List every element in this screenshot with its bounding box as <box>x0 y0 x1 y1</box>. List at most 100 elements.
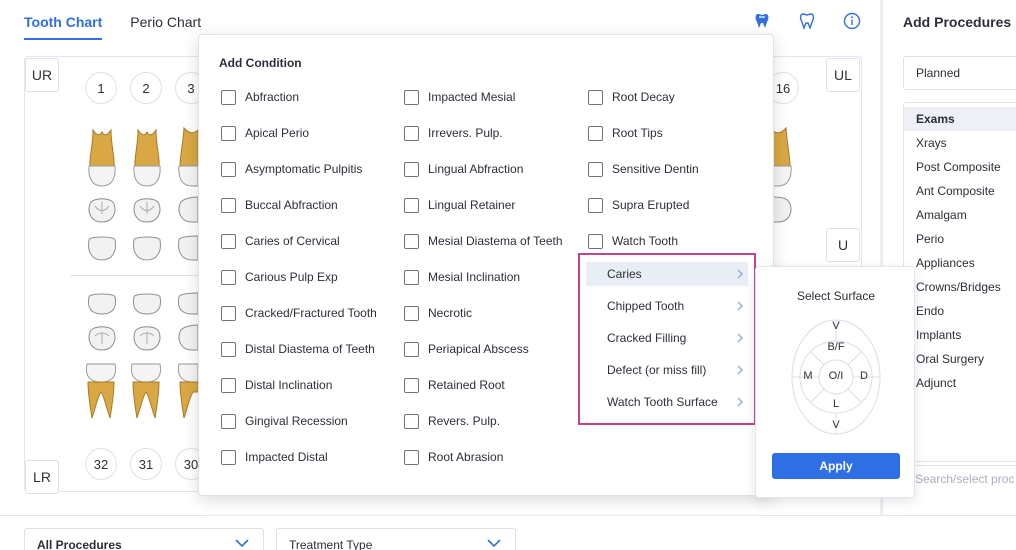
category-item[interactable]: Adjunct <box>904 371 1016 395</box>
surface-oi[interactable]: O/I <box>824 370 848 382</box>
condition-option[interactable]: Abfraction <box>221 88 299 106</box>
tooth-occlusal-16[interactable] <box>772 196 794 224</box>
surface-l[interactable]: L <box>824 398 848 410</box>
info-icon[interactable] <box>843 12 861 30</box>
submenu-item-caries[interactable]: Caries <box>586 262 748 286</box>
tooth-occlusal-2[interactable] <box>131 196 163 224</box>
condition-option[interactable]: Irrevers. Pulp. <box>404 124 503 142</box>
surface-v-bottom[interactable]: V <box>824 419 848 431</box>
condition-option[interactable]: Supra Erupted <box>588 196 689 214</box>
condition-option[interactable]: Distal Inclination <box>221 376 332 394</box>
checkbox[interactable] <box>221 305 236 321</box>
category-item[interactable]: Crowns/Bridges <box>904 275 1016 299</box>
tooth-crown-3[interactable] <box>176 234 198 262</box>
submenu-item-cracked-filling[interactable]: Cracked Filling <box>586 326 748 350</box>
tooth-image-16[interactable] <box>772 124 794 188</box>
condition-option[interactable]: Root Tips <box>588 124 663 142</box>
condition-option[interactable]: Lingual Retainer <box>404 196 515 214</box>
surface-bf[interactable]: B/F <box>824 341 848 353</box>
tab-perio-chart[interactable]: Perio Chart <box>130 14 201 40</box>
treatment-type-select[interactable]: Treatment Type <box>276 528 516 550</box>
checkbox[interactable] <box>221 377 236 393</box>
checkbox[interactable] <box>404 377 419 393</box>
condition-option[interactable]: Sensitive Dentin <box>588 160 699 178</box>
condition-option[interactable]: Buccal Abfraction <box>221 196 338 214</box>
tooth-lower-occlusal-30[interactable] <box>176 324 198 352</box>
checkbox[interactable] <box>221 197 236 213</box>
condition-option[interactable]: Impacted Mesial <box>404 88 515 106</box>
category-item[interactable]: Endo <box>904 299 1016 323</box>
condition-option[interactable]: Revers. Pulp. <box>404 412 500 430</box>
checkbox[interactable] <box>404 233 419 249</box>
condition-option[interactable]: Retained Root <box>404 376 505 394</box>
tab-tooth-chart[interactable]: Tooth Chart <box>24 14 103 40</box>
tooth-lower-root-32[interactable] <box>84 362 118 422</box>
checkbox[interactable] <box>404 413 419 429</box>
checkbox[interactable] <box>221 413 236 429</box>
checkbox[interactable] <box>404 305 419 321</box>
checkbox[interactable] <box>221 269 236 285</box>
surface-m[interactable]: M <box>796 370 820 382</box>
category-item[interactable]: Xrays <box>904 131 1016 155</box>
tooth-image-3[interactable] <box>176 124 198 188</box>
submenu-item-chipped-tooth[interactable]: Chipped Tooth <box>586 294 748 318</box>
condition-option[interactable]: Mesial Inclination <box>404 268 520 286</box>
apply-button[interactable]: Apply <box>772 453 900 479</box>
tooth-number-1[interactable]: 1 <box>85 72 117 104</box>
tooth-lower-root-31[interactable] <box>129 362 163 422</box>
tooth-number-32[interactable]: 32 <box>85 448 117 480</box>
checkbox[interactable] <box>221 125 236 141</box>
condition-option[interactable]: Mesial Diastema of Teeth <box>404 232 563 250</box>
condition-option[interactable]: Root Abrasion <box>404 448 503 466</box>
category-item[interactable]: Perio <box>904 227 1016 251</box>
condition-option[interactable]: Periapical Abscess <box>404 340 529 358</box>
category-item[interactable]: Ant Composite <box>904 179 1016 203</box>
checkbox[interactable] <box>588 197 603 213</box>
checkbox[interactable] <box>588 161 603 177</box>
checkbox[interactable] <box>404 125 419 141</box>
all-procedures-select[interactable]: All Procedures <box>24 528 264 550</box>
category-item[interactable]: Implants <box>904 323 1016 347</box>
tooth-lower-crown-32[interactable] <box>86 292 118 318</box>
tooth-occlusal-1[interactable] <box>86 196 118 224</box>
checkbox[interactable] <box>404 161 419 177</box>
checkbox[interactable] <box>221 449 236 465</box>
condition-option[interactable]: Root Decay <box>588 88 675 106</box>
category-item[interactable]: Amalgam <box>904 203 1016 227</box>
category-item[interactable]: Oral Surgery <box>904 347 1016 371</box>
checkbox[interactable] <box>404 341 419 357</box>
checkbox[interactable] <box>404 197 419 213</box>
condition-option[interactable]: Necrotic <box>404 304 472 322</box>
procedure-search-input[interactable]: Search/select proc <box>903 465 1016 493</box>
category-item[interactable]: Post Composite <box>904 155 1016 179</box>
category-item[interactable]: Appliances <box>904 251 1016 275</box>
checkbox[interactable] <box>221 161 236 177</box>
condition-option[interactable]: Cracked/Fractured Tooth <box>221 304 377 322</box>
condition-option[interactable]: Lingual Abfraction <box>404 160 523 178</box>
tooth-lower-crown-30[interactable] <box>176 292 198 318</box>
tooth-crown-1[interactable] <box>86 234 118 262</box>
submenu-item-defect[interactable]: Defect (or miss fill) <box>586 358 748 382</box>
condition-option[interactable]: Apical Perio <box>221 124 309 142</box>
checkbox[interactable] <box>588 125 603 141</box>
checkbox[interactable] <box>588 89 603 105</box>
condition-option[interactable]: Caries of Cervical <box>221 232 340 250</box>
condition-option[interactable]: Watch Tooth <box>588 232 678 250</box>
surface-v-top[interactable]: V <box>824 320 848 332</box>
checkbox[interactable] <box>221 233 236 249</box>
condition-option[interactable]: Gingival Recession <box>221 412 348 430</box>
tooth-occlusal-3[interactable] <box>176 196 198 224</box>
tooth-image-1[interactable] <box>86 126 118 188</box>
condition-option[interactable]: Impacted Distal <box>221 448 328 466</box>
tooth-lower-crown-31[interactable] <box>131 292 163 318</box>
tooth-image-2[interactable] <box>131 126 163 188</box>
submenu-item-watch-tooth-surface[interactable]: Watch Tooth Surface <box>586 390 748 414</box>
checkbox[interactable] <box>588 233 603 249</box>
tooth-number-2[interactable]: 2 <box>130 72 162 104</box>
tooth-lower-root-30[interactable] <box>176 362 198 422</box>
condition-option[interactable]: Carious Pulp Exp <box>221 268 338 286</box>
checkbox[interactable] <box>404 269 419 285</box>
tooth-crown-2[interactable] <box>131 234 163 262</box>
condition-option[interactable]: Distal Diastema of Teeth <box>221 340 375 358</box>
tooth-filled-icon[interactable] <box>754 12 772 30</box>
